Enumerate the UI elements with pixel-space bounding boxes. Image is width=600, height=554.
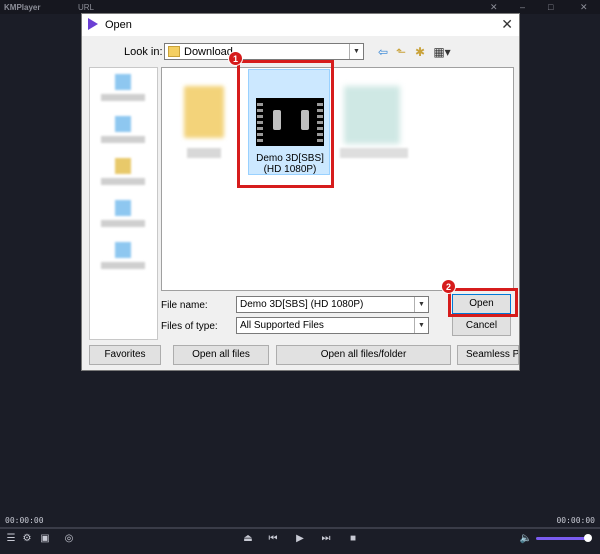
total-time: 00:00:00 [556,516,595,525]
place-item[interactable] [101,158,145,185]
file-name-value: Demo 3D[SBS] (HD 1080P) [240,299,364,310]
step2-badge: 2 [441,279,456,294]
stop-icon[interactable]: ■ [346,532,360,546]
player-logo: KMPlayer [4,3,41,12]
kmplayer-icon [88,18,98,30]
file-name-field[interactable]: Demo 3D[SBS] (HD 1080P) ▼ [236,296,429,313]
files-of-type-value: All Supported Files [240,320,324,331]
place-item[interactable] [101,74,145,101]
cancel-button[interactable]: Cancel [452,316,511,336]
image-label [340,148,408,158]
volume-knob[interactable] [584,534,592,542]
player-titlebar: KMPlayer URL ✕ – □ ✕ [0,0,600,14]
folder-item[interactable] [177,80,232,170]
3d-icon[interactable]: ▣ [38,532,52,546]
speaker-icon[interactable]: 🔈 [519,532,533,546]
folder-icon [168,46,180,57]
elapsed-time: 00:00:00 [5,516,44,525]
place-item[interactable] [101,200,145,227]
image-thumbnail [344,86,400,144]
look-in-combo[interactable]: Download ▼ [164,43,364,60]
chevron-down-icon[interactable]: ▼ [414,297,428,312]
folder-label [187,148,221,158]
vr-icon[interactable]: ◎ [62,532,76,546]
view-menu-icon[interactable]: ▦▾ [431,44,453,60]
dialog-titlebar: Open ✕ [82,14,519,36]
open-all-folder-button[interactable]: Open all files/folder [276,345,451,365]
dialog-title: Open [105,19,132,31]
pin-icon[interactable]: ✕ [490,2,498,13]
close-player-icon[interactable]: ✕ [580,2,588,13]
next-icon[interactable]: ⏭ [319,532,333,546]
place-item[interactable] [101,116,145,143]
look-in-value: Download [184,46,233,58]
file-list[interactable]: Demo 3D[SBS] (HD 1080P) [161,67,514,291]
folder-icon [184,86,224,138]
favorites-button[interactable]: Favorites [89,345,161,365]
volume-slider[interactable] [536,537,586,540]
chevron-down-icon[interactable]: ▼ [349,44,363,59]
seek-bar[interactable] [0,527,600,529]
play-icon[interactable]: ▶ [293,532,307,546]
minimize-icon[interactable]: – [520,2,525,12]
seamless-play-button[interactable]: Seamless Play [457,345,519,365]
step1-highlight [237,60,334,188]
up-folder-icon[interactable]: ⬑ [393,44,409,60]
new-folder-icon[interactable]: ✱ [412,44,428,60]
step1-badge: 1 [228,51,243,66]
places-bar [89,67,158,340]
files-of-type-select[interactable]: All Supported Files ▼ [236,317,429,334]
previous-icon[interactable]: ⏮ [266,532,280,546]
back-arrow-icon[interactable]: ⇦ [375,44,391,60]
maximize-icon[interactable]: □ [548,2,553,12]
file-name-label: File name: [161,300,208,311]
open-all-files-button[interactable]: Open all files [173,345,269,365]
files-of-type-label: Files of type: [161,321,218,332]
settings-gear-icon[interactable]: ⚙ [20,532,34,546]
close-icon[interactable]: ✕ [501,16,513,33]
chevron-down-icon[interactable]: ▼ [414,318,428,333]
image-file-item[interactable] [340,80,410,170]
url-button[interactable]: URL [78,3,94,12]
playlist-icon[interactable]: ☰ [4,532,18,546]
look-in-label: Look in: [124,46,163,58]
step2-highlight [448,288,518,317]
place-item[interactable] [101,242,145,269]
eject-icon[interactable]: ⏏ [241,532,255,546]
